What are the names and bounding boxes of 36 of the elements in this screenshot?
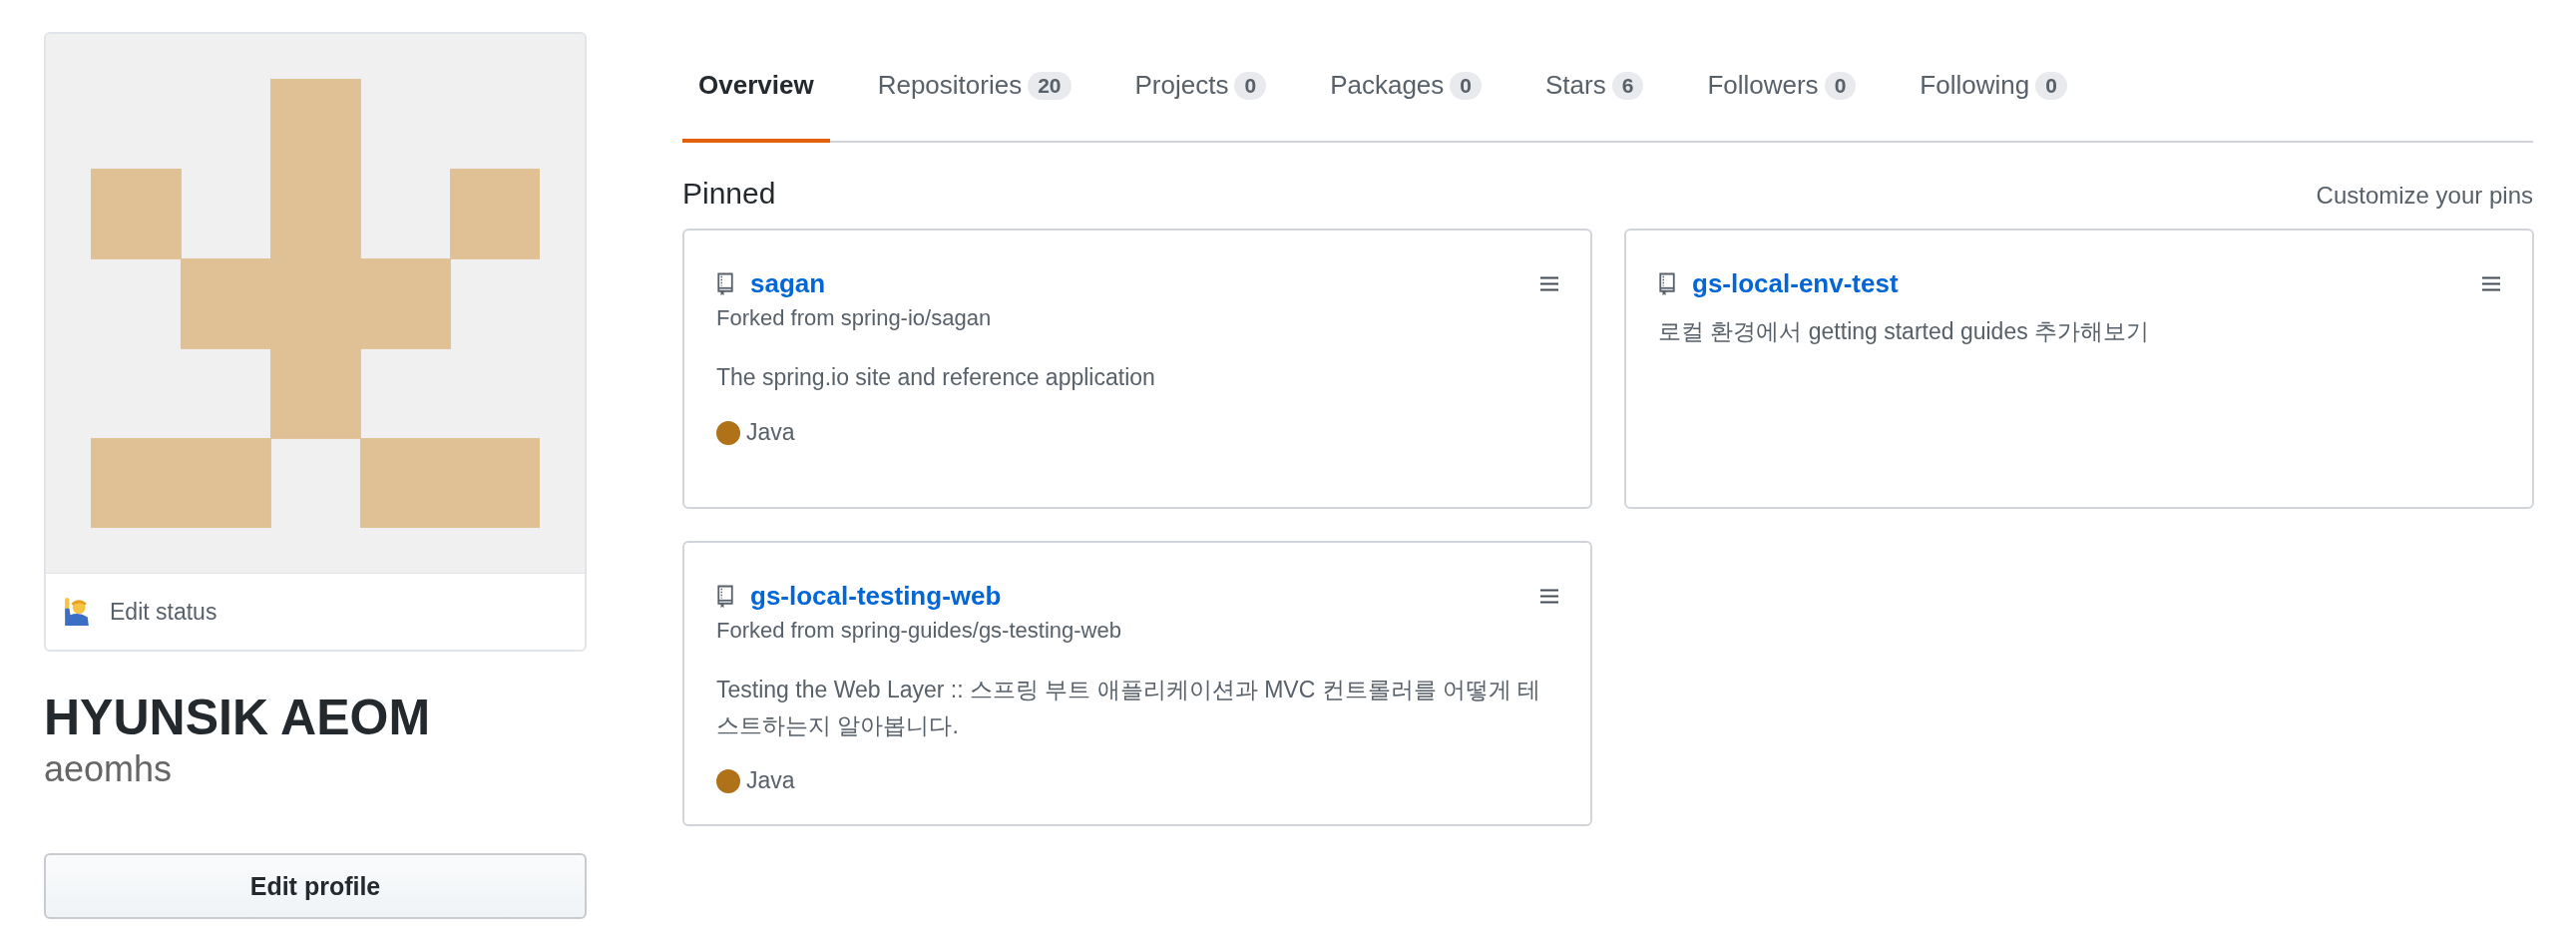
tab-counter: 0 <box>1824 71 1857 100</box>
customize-pins-link[interactable]: Customize your pins <box>2316 182 2533 210</box>
profile-tab[interactable]: Following 0 <box>1904 32 2083 143</box>
profile-tab[interactable]: Followers 0 <box>1691 32 1873 143</box>
language-label: Java <box>746 767 795 794</box>
drag-handle-icon[interactable] <box>2482 276 2500 291</box>
tab-counter: 6 <box>1611 71 1644 100</box>
forked-from-text: Forked from spring-guides/gs-testing-web <box>716 618 1122 644</box>
profile-tab[interactable]: Repositories 20 <box>861 32 1087 143</box>
tab-counter: 0 <box>1234 71 1267 100</box>
book-icon <box>716 271 734 296</box>
drag-handle-icon[interactable] <box>1540 276 1558 291</box>
forked-from-text: Forked from spring-io/sagan <box>716 305 993 331</box>
profile-full-name: HYUNSIK AEOM <box>44 689 432 747</box>
language-label: Java <box>746 419 795 446</box>
drag-handle-icon[interactable] <box>1540 589 1558 604</box>
profile-tab[interactable]: Projects 0 <box>1118 32 1283 143</box>
pinned-heading: Pinned <box>682 177 776 211</box>
tab-counter: 0 <box>1450 71 1482 100</box>
repo-description: 로컬 환경에서 getting started guides 추가해보기 <box>1658 317 2151 346</box>
repo-description: The spring.io site and reference application <box>716 363 1156 392</box>
book-icon <box>716 584 734 609</box>
profile-tab[interactable]: Packages 0 <box>1314 32 1498 143</box>
repo-name-link[interactable]: sagan <box>750 268 826 299</box>
tab-counter: 0 <box>2035 71 2067 100</box>
repo-description: Testing the Web Layer :: 스프링 부트 애플리케이션과 MVC 컨트롤러를 어떻게 테스트하는지 알아봅니다. <box>716 676 1542 740</box>
book-icon <box>1658 271 1676 296</box>
profile-tab[interactable]: Overview <box>682 32 830 143</box>
raised-hand-person-icon[interactable] <box>64 598 90 626</box>
edit-profile-button[interactable]: Edit profile <box>44 853 587 919</box>
profile-tab[interactable]: Stars 6 <box>1529 32 1660 143</box>
tab-counter: 20 <box>1028 71 1072 100</box>
profile-username: aeomhs <box>44 747 174 791</box>
repo-name-link[interactable]: gs-local-testing-web <box>750 581 1002 612</box>
repo-name-link[interactable]: gs-local-env-test <box>1692 268 1899 299</box>
edit-status-link[interactable]: Edit status <box>110 598 217 626</box>
